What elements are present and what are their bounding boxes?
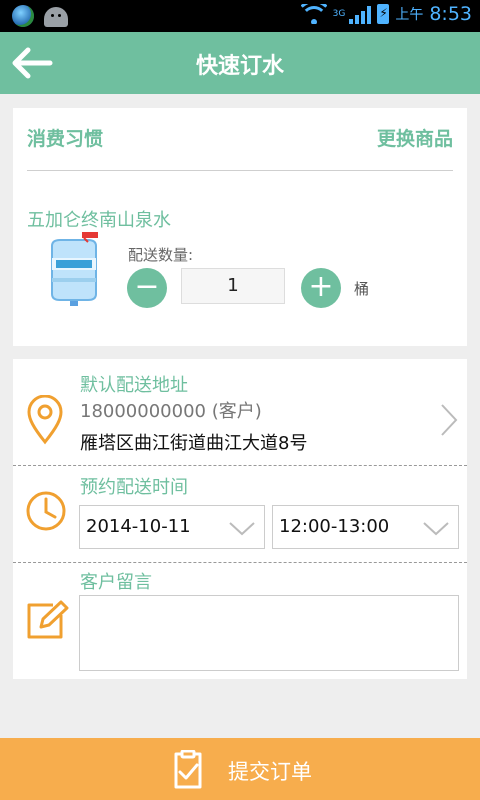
page-title: 快速订水 [195, 54, 284, 79]
decrease-quantity-button[interactable]: − [127, 268, 167, 308]
product-name: 五加仑终南山泉水 [27, 210, 171, 231]
status-bar: 3G 上午 8:53 [0, 0, 480, 32]
clipboard-check-icon [174, 750, 202, 789]
wifi-icon [300, 4, 327, 24]
delivery-time-label: 预约配送时间 [80, 477, 188, 498]
network-type: 3G [332, 8, 346, 19]
chevron-down-icon [229, 522, 255, 536]
edit-note-icon [27, 600, 69, 639]
consumption-habit-link[interactable]: 消费习惯 [27, 124, 103, 151]
quantity-unit: 桶 [354, 280, 370, 298]
battery-icon [377, 4, 390, 24]
increase-quantity-button[interactable]: + [301, 268, 341, 308]
chevron-right-icon[interactable] [439, 403, 459, 437]
submit-order-button[interactable]: 提交订单 [0, 738, 480, 800]
status-right: 3G 上午 8:53 [300, 3, 472, 25]
location-pin-icon [27, 395, 63, 445]
quantity-input[interactable]: 1 [181, 268, 285, 304]
section-divider [13, 465, 467, 466]
date-value: 2014-10-11 [86, 516, 191, 537]
divider [27, 170, 453, 171]
clock-ampm: 上午 [395, 7, 424, 23]
date-select[interactable]: 2014-10-11 [79, 505, 265, 549]
clock-icon [26, 491, 66, 531]
time-slot-select[interactable]: 12:00-13:00 [272, 505, 459, 549]
clock-time: 8:53 [429, 3, 472, 25]
delivery-address: 雁塔区曲江街道曲江大道8号 [80, 433, 308, 454]
app-header: 快速订水 [0, 32, 480, 94]
globe-icon [12, 5, 34, 27]
chevron-down-icon [423, 522, 449, 536]
default-address-label: 默认配送地址 [80, 375, 188, 396]
product-card: 消费习惯 更换商品 五加仑终南山泉水 配送数量: − 1 + 桶 [13, 108, 467, 346]
status-left [12, 5, 68, 27]
contact-phone: 18000000000 (客户) [80, 401, 262, 422]
quantity-label: 配送数量: [128, 246, 194, 264]
android-icon [44, 7, 68, 27]
change-product-button[interactable]: 更换商品 [377, 124, 453, 151]
time-slot-value: 12:00-13:00 [279, 516, 390, 537]
customer-note-label: 客户留言 [80, 572, 152, 593]
delivery-card: 默认配送地址 18000000000 (客户) 雁塔区曲江街道曲江大道8号 预约… [13, 359, 467, 679]
customer-note-input[interactable] [79, 595, 459, 671]
submit-order-label: 提交订单 [228, 760, 312, 784]
signal-icon [349, 4, 372, 24]
section-divider [13, 562, 467, 563]
water-bottle-image [51, 232, 98, 306]
